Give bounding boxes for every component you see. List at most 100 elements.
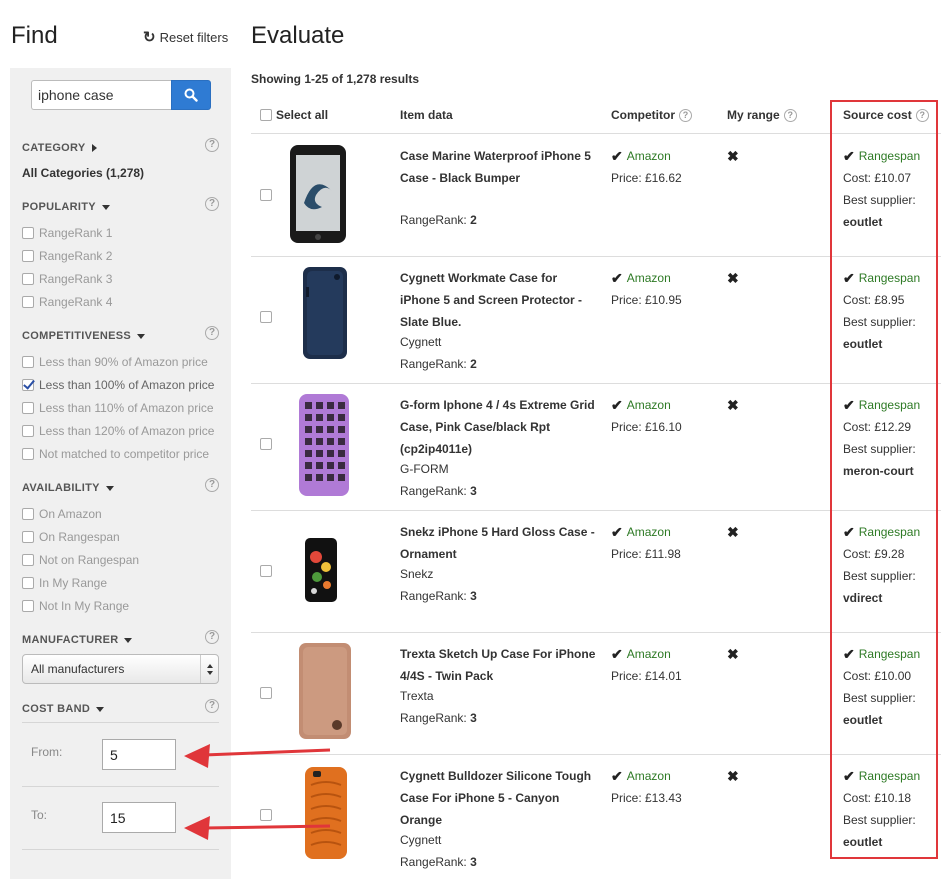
item-title[interactable]: G-form Iphone 4 / 4s Extreme Grid Case, … [400, 394, 600, 460]
category-heading[interactable]: CATEGORY [22, 142, 97, 154]
popularity-option[interactable]: RangeRank 3 [22, 272, 112, 286]
manufacturer-heading[interactable]: MANUFACTURER [22, 634, 133, 646]
brand: Trexta [400, 689, 434, 703]
item-title[interactable]: Trexta Sketch Up Case For iPhone 4/4S - … [400, 643, 600, 687]
row-checkbox[interactable] [260, 687, 272, 699]
checkbox[interactable] [22, 250, 34, 262]
help-icon[interactable]: ? [205, 478, 219, 492]
availability-option[interactable]: Not In My Range [22, 599, 129, 613]
item-title[interactable]: Cygnett Bulldozer Silicone Tough Case Fo… [400, 765, 600, 831]
cost-from-input[interactable] [102, 739, 176, 770]
competitor-price: Price: £16.62 [611, 171, 682, 185]
help-icon[interactable]: ? [783, 108, 797, 122]
help-icon[interactable]: ? [205, 630, 219, 644]
popularity-option[interactable]: RangeRank 2 [22, 249, 112, 263]
product-image[interactable] [303, 765, 349, 861]
checkbox[interactable] [22, 425, 34, 437]
item-data-header: Item data [400, 108, 453, 122]
product-image[interactable] [297, 641, 353, 741]
availability-option[interactable]: In My Range [22, 576, 107, 590]
help-icon[interactable]: ? [679, 108, 692, 122]
competitor-name[interactable]: Amazon [627, 267, 671, 289]
availability-option[interactable]: On Rangespan [22, 530, 120, 544]
checkbox[interactable] [22, 227, 34, 239]
checkbox[interactable] [22, 448, 34, 460]
checkbox[interactable] [22, 273, 34, 285]
product-image[interactable] [304, 537, 338, 603]
product-image[interactable] [288, 143, 348, 245]
row-checkbox[interactable] [260, 311, 272, 323]
help-icon[interactable]: ? [205, 197, 219, 211]
cost-to-label: To: [31, 808, 48, 822]
evaluate-title: Evaluate [251, 22, 345, 49]
item-title[interactable]: Cygnett Workmate Case for iPhone 5 and S… [400, 267, 600, 333]
row-checkbox[interactable] [260, 189, 272, 201]
competitor-name[interactable]: Amazon [627, 765, 671, 787]
popularity-heading[interactable]: POPULARITY [22, 201, 110, 213]
option-label: Less than 90% of Amazon price [39, 355, 208, 369]
manufacturer-select[interactable]: All manufacturers [22, 654, 219, 684]
competitor-price: Price: £10.95 [611, 293, 682, 307]
option-label: RangeRank 3 [39, 272, 113, 286]
caret-down-icon [105, 485, 114, 491]
checkbox[interactable] [22, 356, 34, 368]
competitiveness-option[interactable]: Less than 110% of Amazon price [22, 401, 214, 415]
all-categories-label[interactable]: All Categories (1,278) [22, 166, 144, 180]
checkbox[interactable] [22, 531, 34, 543]
source-name[interactable]: Rangespan [859, 643, 920, 665]
product-image[interactable] [297, 392, 351, 498]
source-cost-header: Source cost ? [843, 108, 929, 122]
item-title[interactable]: Case Marine Waterproof iPhone 5 Case - B… [400, 145, 600, 189]
help-icon[interactable]: ? [205, 138, 219, 152]
row-checkbox[interactable] [260, 438, 272, 450]
help-icon[interactable]: ? [205, 326, 219, 340]
help-icon[interactable]: ? [205, 699, 219, 713]
competitor-name[interactable]: Amazon [627, 643, 671, 665]
competitor-name[interactable]: Amazon [627, 394, 671, 416]
source-name[interactable]: Rangespan [859, 521, 920, 543]
select-all-checkbox[interactable] [260, 109, 272, 121]
cost-band-heading[interactable]: COST BAND [22, 703, 105, 715]
source-name[interactable]: Rangespan [859, 267, 920, 289]
checkbox[interactable] [22, 508, 34, 520]
search-button[interactable] [171, 80, 211, 110]
competitor-name[interactable]: Amazon [627, 145, 671, 167]
row-checkbox[interactable] [260, 809, 272, 821]
checkbox[interactable] [22, 577, 34, 589]
competitiveness-option[interactable]: Not matched to competitor price [22, 447, 209, 461]
table-row: Case Marine Waterproof iPhone 5 Case - B… [251, 135, 941, 257]
competitiveness-option[interactable]: Less than 120% of Amazon price [22, 424, 214, 438]
row-checkbox[interactable] [260, 565, 272, 577]
source-name[interactable]: Rangespan [859, 145, 920, 167]
supplier-label: Best supplier: [843, 193, 916, 207]
source-name[interactable]: Rangespan [859, 765, 920, 787]
popularity-option[interactable]: RangeRank 1 [22, 226, 112, 240]
help-icon[interactable]: ? [915, 108, 929, 122]
source-name[interactable]: Rangespan [859, 394, 920, 416]
availability-heading[interactable]: AVAILABILITY [22, 482, 114, 494]
competitor-name[interactable]: Amazon [627, 521, 671, 543]
option-label: Less than 110% of Amazon price [39, 401, 214, 415]
checkmark-icon: ✔ [611, 646, 623, 662]
checkbox[interactable] [22, 554, 34, 566]
rangerank: RangeRank: 3 [400, 585, 477, 607]
checkbox[interactable] [22, 600, 34, 612]
select-all[interactable]: Select all [260, 108, 328, 122]
checkbox-checked[interactable] [22, 379, 34, 391]
availability-option[interactable]: Not on Rangespan [22, 553, 139, 567]
competitiveness-option[interactable]: Less than 90% of Amazon price [22, 355, 208, 369]
cross-icon: ✖ [727, 524, 739, 540]
checkbox[interactable] [22, 402, 34, 414]
availability-option[interactable]: On Amazon [22, 507, 102, 521]
competitiveness-heading[interactable]: COMPETITIVENESS [22, 330, 146, 342]
checkbox[interactable] [22, 296, 34, 308]
reset-filters-link[interactable]: ↻ Reset filters [143, 30, 228, 45]
popularity-option[interactable]: RangeRank 4 [22, 295, 112, 309]
competitiveness-option[interactable]: Less than 100% of Amazon price [22, 378, 214, 392]
source-cost-header-label: Source cost [843, 108, 912, 122]
item-title[interactable]: Snekz iPhone 5 Hard Gloss Case - Ornamen… [400, 521, 600, 565]
caret-right-icon [91, 144, 97, 152]
product-image[interactable] [301, 265, 349, 361]
cost-to-input[interactable] [102, 802, 176, 833]
search-input[interactable] [31, 80, 171, 110]
